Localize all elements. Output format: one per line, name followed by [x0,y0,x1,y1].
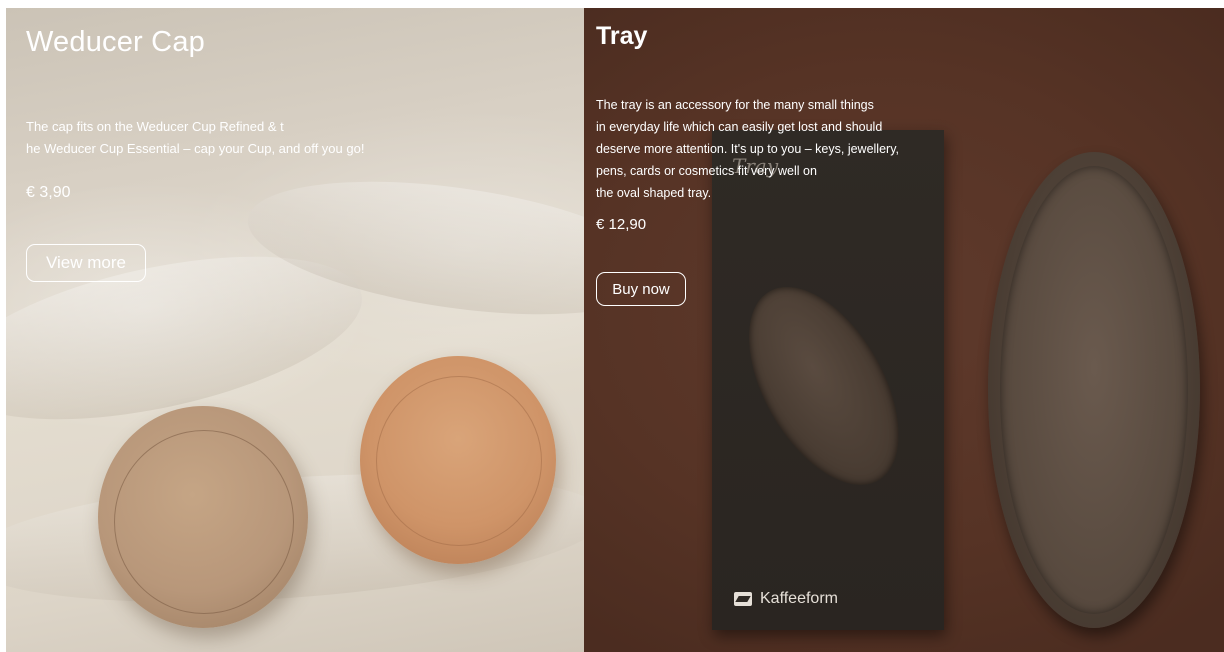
product-description: The tray is an accessory for the many sm… [596,94,976,204]
description-line: in everyday life which can easily get lo… [596,120,883,134]
product-title: Tray [596,22,648,50]
tray-packaging-image: Tray Kaffeeform [712,130,944,630]
buy-now-button[interactable]: Buy now [596,272,686,306]
description-line: pens, cards or cosmetics fit very well o… [596,164,817,178]
view-more-button[interactable]: View more [26,244,146,282]
product-grid: Weducer Cap The cap fits on the Weducer … [0,0,1224,652]
packaged-tray [718,262,930,510]
description-line: The cap fits on the Weducer Cup Refined … [26,119,284,134]
product-description: The cap fits on the Weducer Cup Refined … [26,116,496,160]
packaging-window [684,236,975,530]
description-line: the oval shaped tray. [596,186,712,200]
description-line: The tray is an accessory for the many sm… [596,98,874,112]
product-heading: Weducer Cap [26,26,205,59]
brand-name: Kaffeeform [760,590,838,607]
tray-plate-surface [1000,166,1188,614]
cap-image-beige [98,406,308,628]
description-line: deserve more attention. It's up to you –… [596,142,899,156]
product-price: € 12,90 [596,216,647,233]
weducer-cap-card: Weducer Cap The cap fits on the Weducer … [6,8,584,652]
tray-plate-image [988,152,1200,628]
packaging-brand: Kaffeeform [734,590,838,608]
kaffeeform-logo-icon [734,592,752,606]
product-price: € 3,90 [26,184,71,201]
description-line: he Weducer Cup Essential – cap your Cup,… [26,141,365,156]
cap-rim [376,376,542,546]
cap-image-terracotta [360,356,556,564]
tray-card: Tray Kaffeeform Tray The tray is an acce… [584,8,1224,652]
product-title: Weducer Cap [26,26,205,58]
cap-rim [114,430,294,614]
